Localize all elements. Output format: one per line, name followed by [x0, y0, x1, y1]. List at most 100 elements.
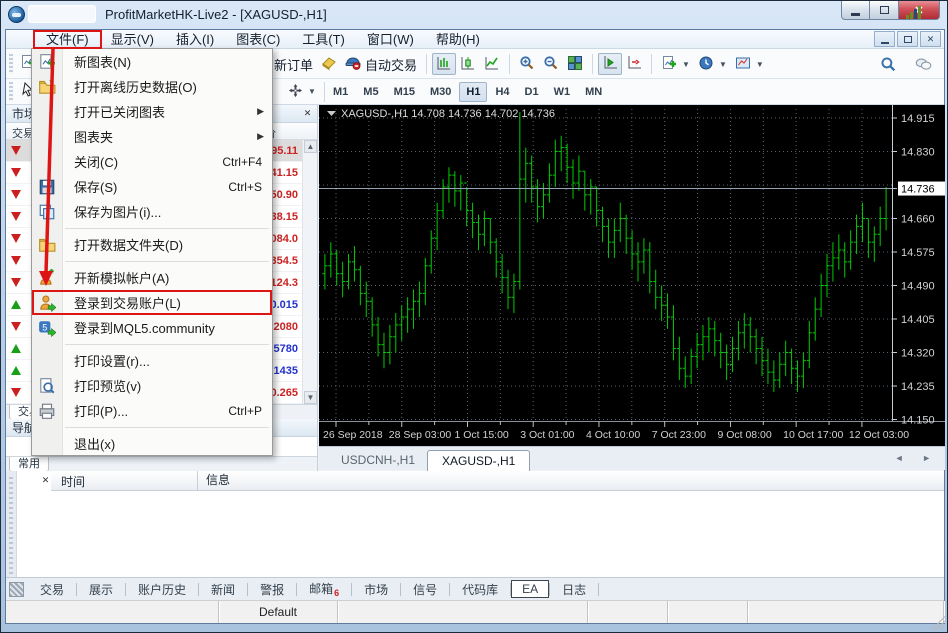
terminal-tab-item-4[interactable]: 新闻: [199, 579, 247, 600]
menubar-item-5[interactable]: 工具(T): [291, 30, 356, 49]
menubar-item-7[interactable]: 帮助(H): [425, 30, 491, 49]
menu-bar[interactable]: 文件(F)显示(V)插入(I)图表(C)工具(T)窗口(W)帮助(H) ✕: [6, 30, 944, 49]
timeframe-m1-button[interactable]: M1: [326, 82, 355, 102]
zoom-in-button[interactable]: [515, 53, 539, 75]
auto-scroll-icon: [602, 55, 618, 71]
status-bar: Default: [6, 600, 944, 623]
mdi-close-button[interactable]: ✕: [920, 31, 941, 47]
chart-tab-usdcnh[interactable]: USDCNH-,H1: [327, 450, 429, 471]
terminal-table-header[interactable]: 时间 信息: [51, 471, 944, 491]
terminal-tab-ea[interactable]: EA: [511, 580, 549, 598]
terminal-tab-item-8[interactable]: 信号: [401, 579, 449, 600]
templates-button[interactable]: ▼: [731, 53, 768, 75]
chart-tab-xagusd[interactable]: XAGUSD-,H1: [427, 450, 530, 471]
market-watch-scrollbar[interactable]: ▲ ▼: [302, 140, 317, 404]
terminal-tab-item-7[interactable]: 市场: [352, 579, 400, 600]
maximize-button[interactable]: [870, 1, 898, 20]
file-menu-item-2[interactable]: 打开离线历史数据(O): [32, 74, 272, 99]
timeframe-m5-button[interactable]: M5: [356, 82, 385, 102]
menubar-item-4[interactable]: 图表(C): [225, 30, 291, 49]
terminal-window-icon: [9, 582, 24, 597]
title-bar[interactable]: ProfitMarketHK-Live2 - [XAGUSD-,H1] ✕: [1, 1, 948, 29]
file-menu-item-3[interactable]: 打开已关闭图表▶: [32, 99, 272, 124]
print-icon: [38, 402, 56, 420]
toolbar-button-label: 新订单: [274, 55, 313, 74]
file-menu-item-15[interactable]: 打印设置(r)...: [32, 348, 272, 373]
svg-text:12 Oct 03:00: 12 Oct 03:00: [849, 429, 909, 441]
chart-window[interactable]: 14.91514.83014.73614.66014.57514.49014.4…: [319, 105, 945, 446]
candlestick-button[interactable]: [456, 53, 480, 75]
chart-tab-scroll-icons[interactable]: ◄ ►: [895, 453, 939, 463]
timeframe-h1-button[interactable]: H1: [459, 82, 487, 102]
menu-separator: [32, 423, 272, 431]
price-chart[interactable]: 14.91514.83014.73614.66014.57514.49014.4…: [319, 105, 945, 446]
indicators-button[interactable]: ▼: [657, 53, 694, 75]
mdi-restore-button[interactable]: [897, 31, 918, 47]
history-center-button[interactable]: [317, 53, 341, 75]
bid-price: 38.15: [270, 211, 298, 223]
terminal-tab-item-5[interactable]: 警报: [248, 579, 296, 600]
terminal-tab-item-9[interactable]: 代码库: [450, 579, 510, 600]
menubar-item-3[interactable]: 插入(I): [165, 30, 225, 49]
file-menu-item-19[interactable]: 退出(x): [32, 431, 272, 456]
tile-windows-button[interactable]: [563, 53, 587, 75]
search-button[interactable]: [876, 53, 901, 75]
zoom-out-button[interactable]: [539, 53, 563, 75]
bar-chart-button[interactable]: [432, 53, 456, 75]
bid-price: 5780: [274, 343, 298, 355]
scroll-down-icon[interactable]: ▼: [304, 391, 317, 404]
file-menu-item-9[interactable]: 打开数据文件夹(D): [32, 232, 272, 257]
line-chart-button[interactable]: [480, 53, 504, 75]
arrow-down-icon: [11, 212, 21, 221]
resize-grip[interactable]: [931, 616, 945, 630]
file-menu-item-5[interactable]: 关闭(C)Ctrl+F4: [32, 149, 272, 174]
svg-text:10 Oct 17:00: 10 Oct 17:00: [783, 429, 843, 441]
titlebar-blank-area: [28, 5, 96, 23]
timeframe-h4-button[interactable]: H4: [488, 82, 516, 102]
tile-windows-icon: [567, 55, 583, 71]
timeframe-m30-button[interactable]: M30: [423, 82, 458, 102]
periods-button[interactable]: ▼: [694, 53, 731, 75]
scroll-up-icon[interactable]: ▲: [304, 140, 317, 153]
file-menu-item-11[interactable]: 开新模拟帐户(A): [32, 265, 272, 290]
file-menu-item-6[interactable]: 保存(S)Ctrl+S: [32, 174, 272, 199]
search-icon: [880, 56, 897, 73]
message-column-header[interactable]: 信息: [197, 471, 230, 490]
terminal-tab-item-6[interactable]: 邮箱6: [297, 578, 351, 600]
file-menu-item-12[interactable]: 登录到交易账户(L): [32, 290, 272, 315]
menu-item-label: 保存为图片(i)...: [74, 202, 161, 221]
terminal-tab-item-2[interactable]: 展示: [77, 579, 125, 600]
file-menu-item-1[interactable]: 新图表(N): [32, 49, 272, 74]
terminal-tab-item-3[interactable]: 账户历史: [126, 579, 198, 600]
menu-item-label: 打开离线历史数据(O): [74, 77, 197, 96]
toolbar-grip-2[interactable]: [9, 82, 13, 102]
toolbar-grip[interactable]: [9, 54, 13, 74]
menubar-item-2[interactable]: 显示(V): [100, 30, 165, 49]
autotrading-button[interactable]: 自动交易: [341, 53, 421, 75]
chart-shift-button[interactable]: [622, 53, 646, 75]
chart-tab-bar: USDCNH-,H1 XAGUSD-,H1 ◄ ►: [319, 446, 945, 470]
timeframe-w1-button[interactable]: W1: [547, 82, 578, 102]
auto-scroll-button[interactable]: [598, 53, 622, 75]
file-menu-item-17[interactable]: 打印(P)...Ctrl+P: [32, 398, 272, 423]
svg-text:7 Oct 23:00: 7 Oct 23:00: [652, 429, 706, 441]
bid-price: 1435: [274, 365, 298, 377]
tab-common[interactable]: 常用: [9, 457, 49, 472]
arrows-tool-button[interactable]: ▼: [284, 81, 320, 103]
navigator-tabs: 常用: [6, 456, 317, 471]
market-watch-close-button[interactable]: ✕: [301, 107, 314, 120]
timeframe-mn-button[interactable]: MN: [578, 82, 609, 102]
terminal-tab-item-11[interactable]: 日志: [550, 579, 598, 600]
file-menu-item-16[interactable]: 打印预览(v): [32, 373, 272, 398]
time-column-header[interactable]: 时间: [61, 473, 85, 490]
timeframe-d1-button[interactable]: D1: [518, 82, 546, 102]
mdi-minimize-button[interactable]: [874, 31, 895, 47]
menubar-item-6[interactable]: 窗口(W): [356, 30, 425, 49]
file-menu-item-7[interactable]: 保存为图片(i)...: [32, 199, 272, 224]
minimize-button[interactable]: [841, 1, 870, 20]
file-menu-item-13[interactable]: 5登录到MQL5.community: [32, 315, 272, 340]
community-button[interactable]: [911, 53, 936, 75]
file-menu-item-4[interactable]: 图表夹▶: [32, 124, 272, 149]
terminal-tab-item-1[interactable]: 交易: [28, 579, 76, 600]
timeframe-m15-button[interactable]: M15: [387, 82, 422, 102]
